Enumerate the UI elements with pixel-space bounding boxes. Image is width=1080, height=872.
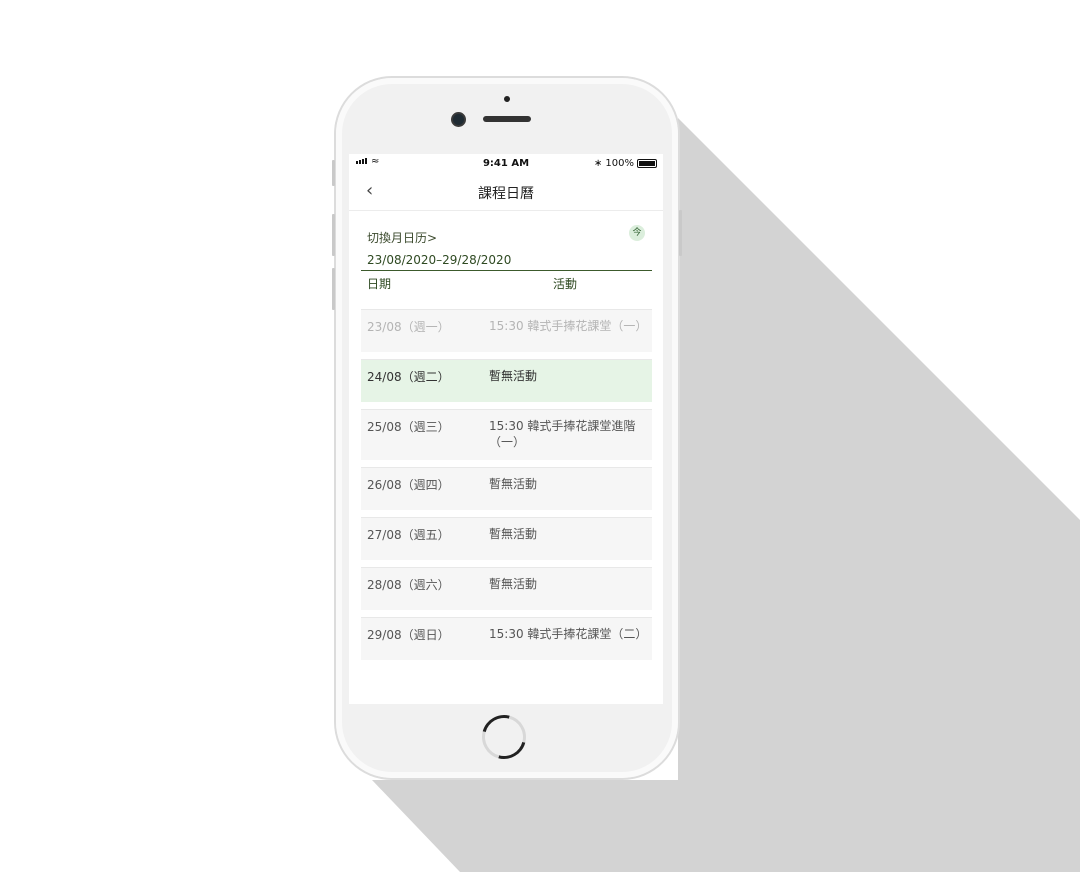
page-title: 課程日曆 [478, 186, 534, 202]
row-date: 25/08（週三） [367, 420, 450, 434]
table-row[interactable]: 25/08（週三） 15:30 韓式手捧花課堂進階（一） [361, 409, 652, 460]
row-date: 28/08（週六） [367, 578, 450, 592]
row-activity: 15:30 韓式手捧花課堂（一） [489, 319, 648, 333]
battery-icon [637, 159, 657, 168]
table-row[interactable]: 27/08（週五） 暫無活動 [361, 517, 652, 560]
row-date: 27/08（週五） [367, 528, 450, 542]
column-header-activity: 活動 [553, 277, 578, 291]
mute-switch [332, 160, 335, 186]
row-date: 23/08（週一） [367, 320, 450, 334]
nav-bar: ‹ 課程日曆 [349, 174, 663, 211]
home-button[interactable] [473, 706, 535, 768]
row-date: 24/08（週二） [367, 370, 450, 384]
row-activity: 暫無活動 [489, 527, 538, 541]
phone-frame: ≈ 9:41 AM ∗ 100% ‹ 課程日曆 切換月日历> 今 23/08/2… [332, 78, 682, 778]
volume-up-button [332, 214, 335, 256]
volume-down-button [332, 268, 335, 310]
table-row[interactable]: 23/08（週一） 15:30 韓式手捧花課堂（一） [361, 309, 652, 352]
app-screen: ≈ 9:41 AM ∗ 100% ‹ 課程日曆 切換月日历> 今 23/08/2… [349, 154, 663, 704]
row-date: 29/08（週日） [367, 628, 450, 642]
row-activity: 暫無活動 [489, 577, 538, 591]
switch-month-calendar-link[interactable]: 切換月日历> [367, 229, 437, 246]
home-area [336, 705, 678, 778]
status-bar: ≈ 9:41 AM ∗ 100% [349, 154, 663, 174]
speaker-grille [483, 116, 531, 122]
row-activity: 15:30 韓式手捧花課堂進階（一） [489, 419, 636, 449]
row-activity: 暫無活動 [489, 477, 538, 491]
power-button [679, 210, 682, 256]
table-row[interactable]: 24/08（週二） 暫無活動 [361, 359, 652, 402]
row-activity: 15:30 韓式手捧花課堂（二） [489, 627, 648, 641]
table-row[interactable]: 26/08（週四） 暫無活動 [361, 467, 652, 510]
date-range: 23/08/2020–29/28/2020 [361, 247, 652, 271]
status-right: ∗ 100% [594, 158, 657, 169]
column-header-date: 日期 [367, 277, 392, 291]
battery-percent: 100% [605, 158, 634, 169]
calendar-content: 切換月日历> 今 23/08/2020–29/28/2020 日期 活動 23/… [349, 211, 663, 704]
table-row[interactable]: 29/08（週日） 15:30 韓式手捧花課堂（二） [361, 617, 652, 660]
row-date: 26/08（週四） [367, 478, 450, 492]
bluetooth-icon: ∗ [594, 158, 603, 169]
front-camera-icon [453, 114, 464, 125]
row-activity: 暫無活動 [489, 369, 538, 383]
table-row[interactable]: 28/08（週六） 暫無活動 [361, 567, 652, 610]
sensor-icon [504, 96, 510, 102]
today-button[interactable]: 今 [629, 225, 645, 241]
